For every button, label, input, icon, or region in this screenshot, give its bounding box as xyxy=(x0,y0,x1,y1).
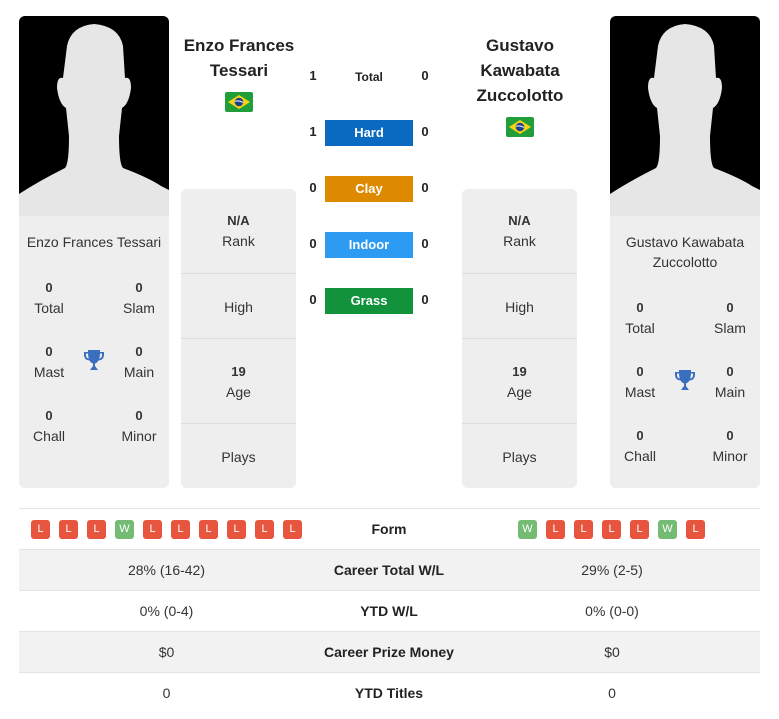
player2-form-badge-loss[interactable]: L xyxy=(546,520,565,539)
brazil-flag-icon xyxy=(225,92,253,112)
divider xyxy=(181,273,296,274)
player1-titles-minor: 0 Minor xyxy=(121,408,157,444)
form-label: Form xyxy=(371,521,407,537)
player1-form-badge-loss[interactable]: L xyxy=(283,520,302,539)
divider xyxy=(181,338,296,339)
h2h-hard-p1: 1 xyxy=(309,124,317,139)
player2-form-badge-loss[interactable]: L xyxy=(630,520,649,539)
player1-titles-chall: 0 Chall xyxy=(33,408,65,444)
career-wl-label: Career Total W/L xyxy=(333,562,445,578)
player2-card: Gustavo Kawabata Zuccolotto 0 Total 0 Sl… xyxy=(610,16,760,488)
player1-form-badge-loss[interactable]: L xyxy=(31,520,50,539)
player2-form-badge-loss[interactable]: L xyxy=(686,520,705,539)
brazil-flag-icon xyxy=(506,117,534,137)
trophy-icon xyxy=(82,348,106,372)
player1-ytd-wl: 0% (0-4) xyxy=(139,603,194,619)
player1-titles-total: 0 Total xyxy=(34,280,64,316)
h2h-clay-p2: 0 xyxy=(421,180,429,195)
player2-form-badge-win[interactable]: W xyxy=(518,520,537,539)
player2-rank: N/A Rank xyxy=(503,213,536,249)
player2-name[interactable]: Gustavo Kawabata Zuccolotto xyxy=(455,33,585,108)
player1-titles-mast: 0 Mast xyxy=(33,344,65,380)
player1-form-badge-loss[interactable]: L xyxy=(255,520,274,539)
player2-titles-chall: 0 Chall xyxy=(624,428,656,464)
player1-form-badge-loss[interactable]: L xyxy=(59,520,78,539)
h2h-indoor-p1: 0 xyxy=(309,236,317,251)
form-row: LLLWLLLLLL Form WLLLLWL xyxy=(19,509,760,550)
player1-form-badge-win[interactable]: W xyxy=(115,520,134,539)
ytd-wl-label: YTD W/L xyxy=(360,603,418,619)
player2-plays: Plays xyxy=(502,449,537,465)
prize-money-label: Career Prize Money xyxy=(324,644,454,660)
h2h-total-p1: 1 xyxy=(309,68,317,83)
player2-stats: N/A Rank High 19 Age Plays xyxy=(462,189,577,488)
player1-name[interactable]: Enzo Frances Tessari xyxy=(170,33,308,83)
player1-form-badge-loss[interactable]: L xyxy=(87,520,106,539)
h2h-grass-p1: 0 xyxy=(309,292,317,307)
trophy-icon xyxy=(673,368,697,392)
player1-career-wl: 28% (16-42) xyxy=(127,562,206,578)
player2-titles-main: 0 Main xyxy=(714,364,746,400)
player1-age: 19 Age xyxy=(226,364,251,400)
player2-ytd-titles: 0 xyxy=(608,685,616,701)
player1-form-badge-loss[interactable]: L xyxy=(143,520,162,539)
player2-titles-minor: 0 Minor xyxy=(712,428,748,464)
player1-form-badge-loss[interactable]: L xyxy=(199,520,218,539)
h2h-grass-p2: 0 xyxy=(421,292,429,307)
h2h-total-p2: 0 xyxy=(421,68,429,83)
divider xyxy=(462,423,577,424)
player2-card-name[interactable]: Gustavo Kawabata Zuccolotto xyxy=(610,232,760,276)
player2-high: High xyxy=(505,299,534,315)
player1-titles-main: 0 Main xyxy=(123,344,155,380)
prize-money-row: $0 Career Prize Money $0 xyxy=(19,632,760,673)
player1-prize-money: $0 xyxy=(158,644,175,660)
player2-career-wl: 29% (2-5) xyxy=(581,562,643,578)
divider xyxy=(462,338,577,339)
player1-photo[interactable] xyxy=(19,16,169,216)
h2h-total-label: Total xyxy=(355,70,383,84)
player1-card: Enzo Frances Tessari 0 Total 0 Slam 0 Ma… xyxy=(19,16,169,488)
player1-card-name[interactable]: Enzo Frances Tessari xyxy=(19,232,169,276)
player1-ytd-titles: 0 xyxy=(162,685,171,701)
player2-titles-total: 0 Total xyxy=(625,300,655,336)
ytd-titles-row: 0 YTD Titles 0 xyxy=(19,673,760,714)
surface-hard-button[interactable]: Hard xyxy=(325,120,413,146)
ytd-wl-row: 0% (0-4) YTD W/L 0% (0-0) xyxy=(19,591,760,632)
player1-high: High xyxy=(224,299,253,315)
surface-grass-button[interactable]: Grass xyxy=(325,288,413,314)
player1-plays: Plays xyxy=(221,449,256,465)
divider xyxy=(462,273,577,274)
player1-rank: N/A Rank xyxy=(222,213,255,249)
player2-photo[interactable] xyxy=(610,16,760,216)
player1-form-badge-loss[interactable]: L xyxy=(171,520,190,539)
h2h-hard-p2: 0 xyxy=(421,124,429,139)
player2-titles-slam: 0 Slam xyxy=(714,300,746,336)
player1-stats: N/A Rank High 19 Age Plays xyxy=(181,189,296,488)
player1-form-badge-loss[interactable]: L xyxy=(227,520,246,539)
divider xyxy=(181,423,296,424)
surface-clay-button[interactable]: Clay xyxy=(325,176,413,202)
surface-indoor-button[interactable]: Indoor xyxy=(325,232,413,258)
player2-prize-money: $0 xyxy=(604,644,620,660)
player2-ytd-wl: 0% (0-0) xyxy=(585,603,639,619)
h2h-clay-p1: 0 xyxy=(309,180,317,195)
silhouette-icon xyxy=(610,24,760,216)
player2-form-badge-loss[interactable]: L xyxy=(574,520,593,539)
h2h-indoor-p2: 0 xyxy=(421,236,429,251)
career-wl-row: 28% (16-42) Career Total W/L 29% (2-5) xyxy=(19,550,760,591)
player1-titles-slam: 0 Slam xyxy=(123,280,155,316)
player2-form-badge-win[interactable]: W xyxy=(658,520,677,539)
ytd-titles-label: YTD Titles xyxy=(354,685,424,701)
player2-age: 19 Age xyxy=(507,364,532,400)
player2-titles-mast: 0 Mast xyxy=(624,364,656,400)
player2-form-badge-loss[interactable]: L xyxy=(602,520,621,539)
silhouette-icon xyxy=(19,24,169,216)
